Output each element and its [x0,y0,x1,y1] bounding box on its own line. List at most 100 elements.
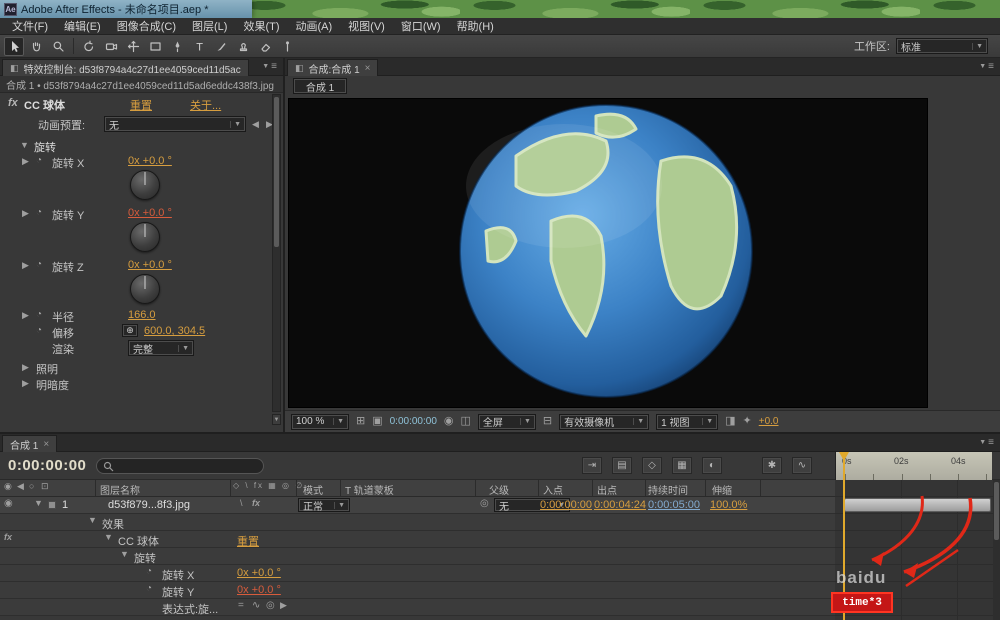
menu-composition[interactable]: 图像合成(C) [109,18,184,34]
column-duration[interactable]: 持续时间 [648,482,688,497]
menu-layer[interactable]: 图层(L) [184,18,235,34]
stopwatch-icon[interactable]: ◔ [146,584,152,594]
brush-tool-icon[interactable] [211,37,231,56]
expression-pick-whip-icon[interactable]: ◎ [266,601,275,611]
expander-icon[interactable]: ▼ [120,550,129,559]
quality-switch-icon[interactable]: \ [240,499,243,508]
grid-guides-icon[interactable]: ⊞ [356,416,365,427]
clone-stamp-tool-icon[interactable] [233,37,253,56]
expander-icon[interactable]: ▼ [20,141,29,150]
reset-link[interactable]: 重置 [237,533,259,549]
selection-tool-icon[interactable] [4,37,24,56]
expression-graph-icon[interactable]: ∿ [252,601,260,611]
hide-shy-layers-icon[interactable]: ◇ [642,457,662,474]
pen-tool-icon[interactable] [167,37,187,56]
expression-enable-icon[interactable]: = [238,601,244,611]
pixel-aspect-icon[interactable]: ◨ [725,416,735,427]
expander-icon[interactable]: ▶ [22,157,29,166]
column-mode[interactable]: 模式 [303,482,323,497]
search-input[interactable] [96,458,264,474]
comp-timecode[interactable]: 0:00:00:00 [390,416,437,427]
stopwatch-icon[interactable]: ◔ [36,208,42,218]
magnification-select[interactable]: 100 %▼ [291,414,349,430]
effect-name[interactable]: CC 球体 [24,97,65,113]
panel-menu-button[interactable]: ▼ ≡ [262,61,277,72]
hand-tool-icon[interactable] [26,37,46,56]
exposure-value[interactable]: +0.0 [759,416,779,427]
expression-row[interactable]: 表达式:旋... = ∿ ◎ ▶ [0,599,835,616]
text-tool-icon[interactable]: T [189,37,209,56]
stopwatch-icon[interactable]: ◔ [36,260,42,270]
expander-icon[interactable]: ▶ [22,311,29,320]
exposure-icon[interactable]: ✦ [743,416,752,427]
snapshot-icon[interactable]: ◉ [444,416,454,427]
expander-icon[interactable]: ▶ [22,379,29,388]
puppet-pin-tool-icon[interactable] [277,37,297,56]
unified-camera-tool-icon[interactable] [101,37,121,56]
graph-editor-icon[interactable]: ∿ [792,457,812,474]
preset-prev-icon[interactable]: ◀ [252,120,259,129]
show-channel-icon[interactable]: ◫ [461,416,471,427]
rotation-z-value[interactable]: 0x +0.0 ° [128,259,172,271]
motion-blur-icon[interactable]: ◐ [702,457,722,474]
brainstorm-icon[interactable]: ✱ [762,457,782,474]
parent-pick-whip-icon[interactable]: ◎ [480,499,489,509]
expander-icon[interactable]: ▼ [34,499,43,508]
render-select[interactable]: 完整▼ [128,340,194,356]
ec-scroll-down-icon[interactable]: ▼ [272,414,281,425]
rotation-group-row[interactable]: ▼ 旋转 [0,548,835,565]
timeline-scrollbar[interactable] [993,480,1000,620]
rotation-y-row[interactable]: ◔ 旋转 Y 0x +0.0 ° [0,582,835,599]
rotation-x-value[interactable]: 0x +0.0 ° [237,567,281,579]
expander-icon[interactable]: ▶ [22,261,29,270]
transparency-grid-icon[interactable]: ⊟ [543,416,552,427]
expression-value-annotation[interactable]: time*3 [831,592,893,613]
composition-mini-flowchart-icon[interactable]: ⇥ [582,457,602,474]
menu-view[interactable]: 视图(V) [340,18,393,34]
rotation-x-dial[interactable] [130,170,160,200]
stopwatch-icon[interactable]: ◔ [36,326,42,336]
rotation-tool-icon[interactable] [79,37,99,56]
offset-value[interactable]: 600.0, 304.5 [144,325,205,337]
eye-icon[interactable]: ◉ [4,499,13,509]
expander-icon[interactable]: ▼ [88,516,97,525]
reset-button[interactable]: 重置 [130,97,152,113]
current-time-display[interactable]: 0:00:00:00 [8,457,86,474]
rotation-y-value[interactable]: 0x +0.0 ° [128,207,172,219]
resolution-select[interactable]: 全屏▼ [478,414,536,430]
ec-scrollbar[interactable] [272,94,281,412]
expression-language-icon[interactable]: ▶ [280,601,287,610]
close-icon[interactable]: × [43,439,49,450]
layer-duration-value[interactable]: 0:00:05:00 [648,499,700,511]
layer-row[interactable]: ◉ ▼ 1 d53f879...8f3.jpg \ fx 正常▼ ◎ 无▼ 0:… [0,497,835,514]
menu-edit[interactable]: 编辑(E) [56,18,109,34]
time-ruler[interactable]: 0s 02s 04s [835,452,992,480]
layer-name[interactable]: d53f879...8f3.jpg [108,499,190,511]
draft-3d-icon[interactable]: ▤ [612,457,632,474]
layer-in-value[interactable]: 0:00:00:00 [540,499,592,511]
timeline-tab[interactable]: 合成 1 × [2,435,57,452]
menu-effect[interactable]: 效果(T) [235,18,287,34]
stopwatch-icon[interactable]: ◔ [146,567,152,577]
panel-menu-button[interactable]: ▼ ≡ [979,437,994,448]
panel-menu-button[interactable]: ▼ ≡ [979,61,994,72]
menu-window[interactable]: 窗口(W) [393,18,449,34]
composition-viewport[interactable] [288,98,928,408]
stopwatch-icon[interactable]: ◔ [36,310,42,320]
view-layout-select[interactable]: 1 视图▼ [656,414,718,430]
column-trkmat[interactable]: T 轨道蒙板 [345,482,394,497]
mask-shape-tool-icon[interactable] [145,37,165,56]
camera-select[interactable]: 有效摄像机▼ [559,414,649,430]
stopwatch-icon[interactable]: ◔ [36,156,42,166]
comp-button[interactable]: 合成 1 [293,78,347,94]
menu-file[interactable]: 文件(F) [4,18,56,34]
menu-help[interactable]: 帮助(H) [449,18,502,34]
effects-group-row[interactable]: ▼ 效果 [0,514,835,531]
composition-tab[interactable]: ◧ 合成:合成 1 × [287,59,378,76]
column-in[interactable]: 入点 [543,482,563,497]
about-button[interactable]: 关于... [190,97,221,113]
column-layer-name[interactable]: 图层名称 [100,482,140,497]
zoom-tool-icon[interactable] [48,37,68,56]
region-of-interest-icon[interactable]: ▣ [372,416,382,427]
layer-out-value[interactable]: 0:00:04:24 [594,499,646,511]
